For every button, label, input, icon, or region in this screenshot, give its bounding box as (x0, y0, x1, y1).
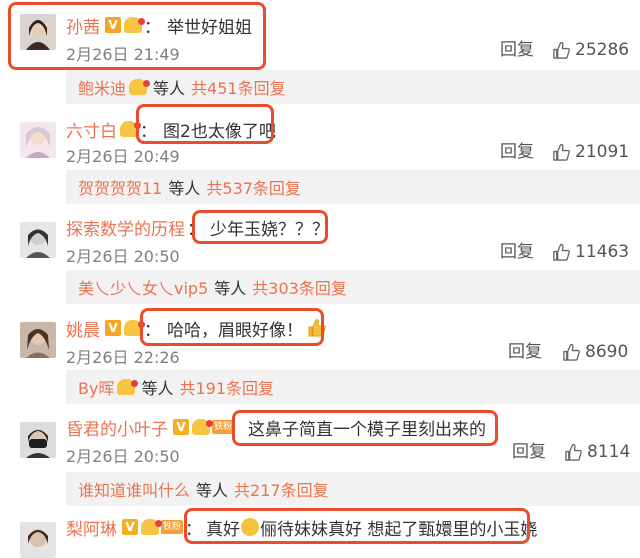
sub-reply-count[interactable]: 共191条回复 (179, 375, 274, 399)
comment-header: 昏君的小叶子 V 铁粉 这鼻子简直一个模子里刻出来的 (66, 412, 486, 442)
fan-badge-icon (129, 79, 151, 95)
comment-text: 少年玉娆？？？ (210, 219, 329, 240)
verified-badge-icon: V (105, 320, 121, 336)
like-button[interactable]: 11463 (552, 240, 629, 264)
fan-badge-icon (120, 121, 141, 137)
like-count: 8114 (587, 442, 631, 462)
like-button[interactable]: 8114 (564, 440, 630, 464)
thumbs-up-icon (553, 243, 570, 261)
sub-reply-user[interactable]: 美乀少乀女乀vip5 (78, 275, 208, 299)
comment-text: 这鼻子简直一个模子里刻出来的 (248, 419, 487, 440)
sub-reply-count[interactable]: 共451条回复 (191, 75, 286, 99)
comment-date: 2月26日 20:49 (66, 147, 180, 166)
avatar[interactable] (20, 322, 56, 358)
like-count: 25286 (575, 40, 630, 60)
like-button[interactable]: 21091 (552, 140, 629, 164)
comment-header: 姚晨 V ： 哈哈，眉眼好像！ (66, 313, 327, 343)
comment-date: 2月26日 21:49 (66, 45, 180, 64)
thumbs-up-icon (553, 143, 570, 161)
like-count: 8690 (585, 342, 629, 362)
like-button[interactable]: 25286 (552, 38, 629, 62)
fan-badge-icon (117, 379, 139, 395)
comment-text: 举世好姐姐 (167, 17, 252, 38)
like-count: 11463 (575, 242, 630, 262)
comment-date: 2月26日 20:50 (66, 447, 180, 466)
comment-text: 图2也太像了吧 (163, 121, 276, 142)
sub-reply-count[interactable]: 共217条回复 (234, 477, 329, 501)
comment-text: 真好 (206, 519, 241, 540)
comment-header: 六寸白 ： 图2也太像了吧 (66, 114, 276, 144)
sub-reply-summary[interactable]: 谁知道谁叫什么 等人 共217条回复 (66, 472, 640, 506)
comment-header: 探索数学的历程 ： 少年玉娆？？？ (66, 212, 329, 242)
thumbs-up-icon (563, 343, 580, 361)
reply-button[interactable]: 回复 (508, 340, 542, 364)
sub-reply-user[interactable]: By晖 (78, 375, 114, 399)
comment-text-continued: 俪待妹妹真好 想起了甄嬛里的小玉娆 (260, 519, 538, 540)
username[interactable]: 姚晨 (66, 316, 100, 341)
sub-reply-summary[interactable]: 贺贺贺贺11 等人 共537条回复 (66, 170, 640, 204)
verified-badge-icon: V (105, 17, 121, 33)
fan-badge-icon (124, 17, 145, 33)
comment-header: 孙茜 V ： 举世好姐姐 (66, 10, 252, 40)
username[interactable]: 探索数学的历程 (66, 215, 185, 240)
sweat-emoji-icon (241, 518, 260, 536)
iron-fan-badge: 铁粉 (161, 520, 184, 534)
avatar[interactable] (20, 422, 56, 458)
sub-reply-summary[interactable]: By晖 等人 共191条回复 (66, 370, 640, 404)
avatar[interactable] (20, 222, 56, 258)
like-button[interactable]: 8690 (562, 340, 628, 364)
thumbs-up-icon (553, 41, 570, 59)
iron-fan-badge: 铁粉 (212, 420, 235, 434)
thumbs-up-icon (565, 443, 582, 461)
fan-badge-icon (124, 320, 145, 336)
username[interactable]: 孙茜 (66, 13, 100, 38)
comment-text: 哈哈，眉眼好像！ (167, 320, 303, 341)
verified-badge-icon: V (173, 419, 189, 435)
sub-reply-user[interactable]: 鲍米迪 (78, 75, 126, 99)
comment-date: 2月26日 22:26 (66, 348, 180, 367)
sub-reply-count[interactable]: 共537条回复 (206, 175, 301, 199)
sub-reply-count[interactable]: 共303条回复 (252, 275, 347, 299)
username[interactable]: 昏君的小叶子 (66, 415, 168, 440)
username[interactable]: 六寸白 (66, 117, 117, 142)
sub-reply-summary[interactable]: 美乀少乀女乀vip5 等人 共303条回复 (66, 270, 640, 304)
avatar[interactable] (20, 122, 56, 158)
reply-button[interactable]: 回复 (500, 240, 534, 264)
username[interactable]: 梨阿琳 (66, 515, 117, 540)
sub-reply-user[interactable]: 贺贺贺贺11 (78, 175, 162, 199)
sub-reply-user[interactable]: 谁知道谁叫什么 (78, 477, 190, 501)
reply-button[interactable]: 回复 (500, 140, 534, 164)
verified-badge-icon: V (122, 519, 138, 535)
reply-button[interactable]: 回复 (500, 38, 534, 62)
thumbs-up-emoji-icon (308, 319, 326, 337)
reply-button[interactable]: 回复 (512, 440, 546, 464)
fan-badge-icon (192, 419, 213, 435)
sub-reply-summary[interactable]: 鲍米迪 等人 共451条回复 (66, 70, 640, 104)
avatar[interactable] (20, 522, 56, 558)
fan-badge-icon (141, 519, 162, 535)
comment-date: 2月26日 20:50 (66, 247, 180, 266)
avatar[interactable] (20, 14, 56, 50)
comment-header: 梨阿琳 V 铁粉 ： 真好 俪待妹妹真好 想起了甄嬛里的小玉娆 (66, 512, 537, 542)
like-count: 21091 (575, 142, 630, 162)
